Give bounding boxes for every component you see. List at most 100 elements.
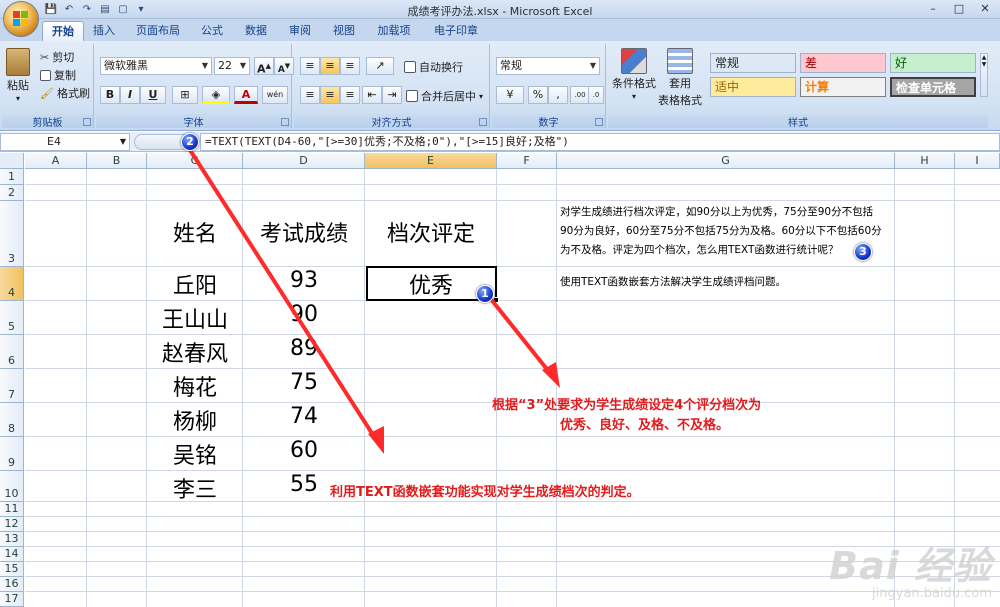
borders-button[interactable]: ⊞ [172,86,198,104]
student-score-cell[interactable]: 90 [243,302,365,327]
row-header-8[interactable]: 8 [0,403,24,437]
row-header-15[interactable]: 15 [0,562,24,577]
row-header-12[interactable]: 12 [0,517,24,532]
tab-addins[interactable]: 加载项 [372,21,416,41]
header-grade-cell[interactable]: 档次评定 [365,216,497,248]
column-header-h[interactable]: H [895,153,955,169]
column-header-d[interactable]: D [243,153,365,169]
student-score-cell[interactable]: 74 [243,404,365,429]
student-score-cell[interactable]: 89 [243,336,365,361]
grow-font-button[interactable]: A▲ [254,57,274,76]
note-line[interactable]: 90分为良好，60分至75分不包括75分为及格。60分以下不包括60分 [560,222,882,241]
align-left-button[interactable]: ≡ [300,86,320,104]
row-header-1[interactable]: 1 [0,169,24,185]
student-score-cell[interactable]: 93 [243,268,365,293]
formula-input[interactable]: =TEXT(TEXT(D4-60,"[>=30]优秀;不及格;0"),"[>=1… [200,133,1000,151]
tab-review[interactable]: 审阅 [284,21,316,41]
align-middle-button[interactable]: ≡ [320,57,340,75]
row-header-2[interactable]: 2 [0,185,24,201]
note-line[interactable]: 为不及格。评定为四个档次，怎么用TEXT函数进行统计呢？ [560,241,838,260]
column-header-i[interactable]: I [955,153,1000,169]
shrink-font-button[interactable]: A▼ [274,57,294,75]
select-all-corner[interactable] [0,153,24,169]
minimize-button[interactable]: – [920,1,946,17]
font-size-combo[interactable]: 22 ▼ [214,57,250,75]
name-box[interactable]: E4 ▼ [0,133,130,151]
student-name-cell[interactable]: 梅花 [147,370,243,402]
tab-insert[interactable]: 插入 [88,21,120,41]
conditional-format-button[interactable]: 条件格式 ▾ [612,48,656,101]
align-top-button[interactable]: ≡ [300,57,320,75]
font-color-button[interactable]: A [234,86,258,104]
underline-button[interactable]: U [140,86,166,104]
style-normal[interactable]: 常规 [710,53,796,73]
student-name-cell[interactable]: 丘阳 [147,268,243,300]
align-center-button[interactable]: ≡ [320,86,340,104]
increase-decimal-button[interactable]: .00 [570,86,590,104]
tab-page-layout[interactable]: 页面布局 [130,21,186,41]
row-header-11[interactable]: 11 [0,502,24,517]
office-button[interactable] [3,1,39,37]
row-header-4[interactable]: 4 [0,267,24,301]
bold-button[interactable]: B [100,86,120,104]
italic-button[interactable]: I [120,86,140,104]
row-header-9[interactable]: 9 [0,437,24,471]
paste-button[interactable]: 粘贴 ▾ [6,48,30,103]
row-header-16[interactable]: 16 [0,577,24,592]
style-bad[interactable]: 差 [800,53,886,73]
alignment-launcher-icon[interactable] [479,118,487,126]
format-painter-button[interactable]: 🖌 格式刷 [40,85,90,101]
copy-button[interactable]: 复制 [40,67,76,83]
column-header-g[interactable]: G [557,153,895,169]
font-launcher-icon[interactable] [281,118,289,126]
cut-button[interactable]: ✂ 剪切 [40,49,74,65]
decrease-decimal-button[interactable]: .0 [588,86,604,104]
number-launcher-icon[interactable] [595,118,603,126]
column-header-a[interactable]: A [25,153,87,169]
header-score-cell[interactable]: 考试成绩 [243,216,365,248]
accounting-format-button[interactable]: ¥ [496,86,524,104]
column-header-b[interactable]: B [87,153,147,169]
student-name-cell[interactable]: 杨柳 [147,404,243,436]
row-header-3[interactable]: 3 [0,201,24,267]
tab-data[interactable]: 数据 [240,21,272,41]
percent-button[interactable]: % [528,86,548,104]
wrap-text-button[interactable]: 自动换行 [404,59,463,75]
tab-e-seal[interactable]: 电子印章 [428,21,484,41]
style-neutral[interactable]: 适中 [710,77,796,97]
fill-color-button[interactable]: ◈ [202,86,230,104]
number-format-combo[interactable]: 常规 ▼ [496,57,600,75]
column-header-c[interactable]: C [147,153,243,169]
row-header-7[interactable]: 7 [0,369,24,403]
orientation-button[interactable]: ↗ [366,57,394,75]
phonetic-button[interactable]: wén [262,86,288,104]
maximize-button[interactable]: □ [946,1,972,17]
tab-formulas[interactable]: 公式 [196,21,228,41]
student-name-cell[interactable]: 吴铭 [147,438,243,470]
tab-home[interactable]: 开始 [42,21,84,41]
student-name-cell[interactable]: 赵春风 [147,336,243,368]
student-name-cell[interactable]: 王山山 [147,302,243,334]
tab-view[interactable]: 视图 [328,21,360,41]
style-good[interactable]: 好 [890,53,976,73]
note-line[interactable]: 使用TEXT函数嵌套方法解决学生成绩评档问题。 [560,273,786,292]
style-check-cell[interactable]: 检查单元格 [890,77,976,97]
comma-button[interactable]: , [548,86,568,104]
clipboard-launcher-icon[interactable] [83,118,91,126]
fill-handle[interactable] [493,297,499,303]
row-header-17[interactable]: 17 [0,592,24,607]
align-bottom-button[interactable]: ≡ [340,57,360,75]
student-name-cell[interactable]: 李三 [147,472,243,504]
header-name-cell[interactable]: 姓名 [147,216,243,248]
student-score-cell[interactable]: 60 [243,438,365,463]
row-header-6[interactable]: 6 [0,335,24,369]
column-header-f[interactable]: F [497,153,557,169]
merge-center-button[interactable]: 合并后居中 ▾ [406,88,483,104]
row-header-5[interactable]: 5 [0,301,24,335]
student-score-cell[interactable]: 75 [243,370,365,395]
row-header-13[interactable]: 13 [0,532,24,547]
align-right-button[interactable]: ≡ [340,86,360,104]
note-line[interactable]: 对学生成绩进行档次评定，如90分以上为优秀，75分至90分不包括 [560,203,873,222]
decrease-indent-button[interactable]: ⇤ [362,86,382,104]
row-header-14[interactable]: 14 [0,547,24,562]
